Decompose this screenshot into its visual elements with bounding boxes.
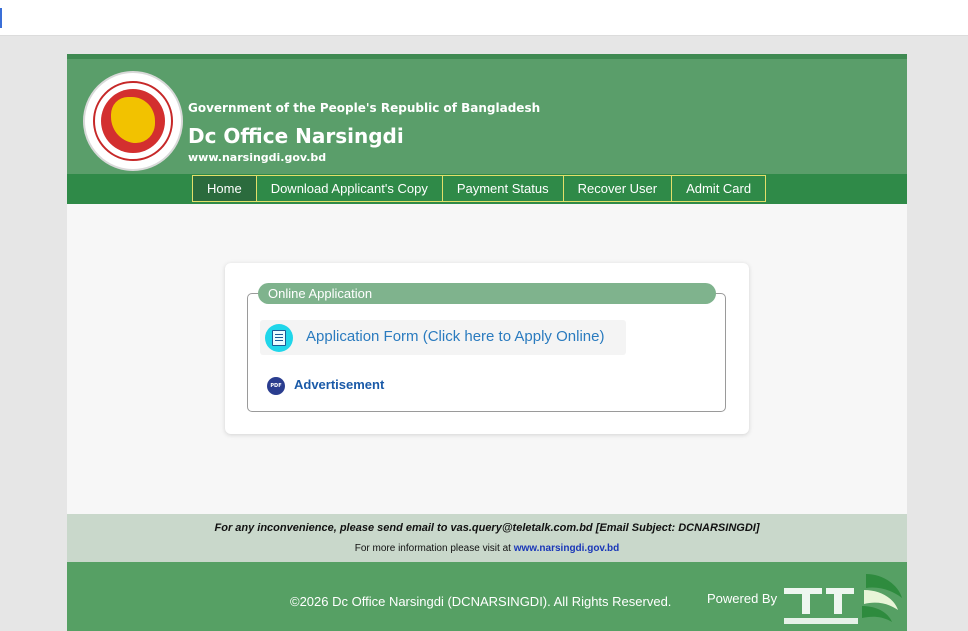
pdf-icon: PDF — [267, 377, 285, 395]
support-email-notice: For any inconvenience, please send email… — [214, 522, 760, 534]
nav-item-payment-status[interactable]: Payment Status — [441, 175, 564, 202]
nav-item-recover-user[interactable]: Recover User — [562, 175, 673, 202]
site-title: Dc Office Narsingdi — [188, 124, 404, 148]
advertisement-label[interactable]: Advertisement — [294, 377, 384, 392]
site-footer: ©2026 Dc Office Narsingdi (DCNARSINGDI).… — [67, 562, 907, 631]
contact-info-strip: For any inconvenience, please send email… — [67, 514, 907, 562]
government-line: Government of the People's Republic of B… — [188, 101, 541, 115]
copyright-text: ©2026 Dc Office Narsingdi (DCNARSINGDI).… — [290, 594, 672, 609]
section-title: Online Application — [258, 283, 716, 304]
more-info-line: For more information please visit at www… — [67, 543, 907, 554]
site-url: www.narsingdi.gov.bd — [188, 151, 327, 164]
more-info-link[interactable]: www.narsingdi.gov.bd — [514, 543, 620, 554]
bangladesh-government-seal-icon — [83, 71, 183, 171]
nav-item-admit-card[interactable]: Admit Card — [671, 175, 767, 202]
text-cursor-marker — [0, 8, 2, 28]
application-form-link[interactable]: Application Form (Click here to Apply On… — [260, 320, 626, 355]
page-container: Government of the People's Republic of B… — [67, 54, 907, 631]
nav-item-download-applicants-copy[interactable]: Download Applicant's Copy — [255, 175, 443, 202]
application-form-label[interactable]: Application Form (Click here to Apply On… — [306, 328, 604, 345]
online-application-card: Online Application Application Form (Cli… — [225, 263, 749, 434]
teletalk-logo-icon[interactable] — [782, 568, 904, 628]
main-navigation: Home Download Applicant's Copy Payment S… — [67, 174, 907, 204]
more-info-prefix: For more information please visit at — [354, 543, 514, 554]
powered-by-text: Powered By — [707, 591, 778, 606]
nav-item-home[interactable]: Home — [192, 175, 257, 202]
browser-top-bar — [0, 0, 968, 36]
document-form-icon — [265, 324, 293, 352]
site-header: Government of the People's Republic of B… — [67, 54, 907, 174]
